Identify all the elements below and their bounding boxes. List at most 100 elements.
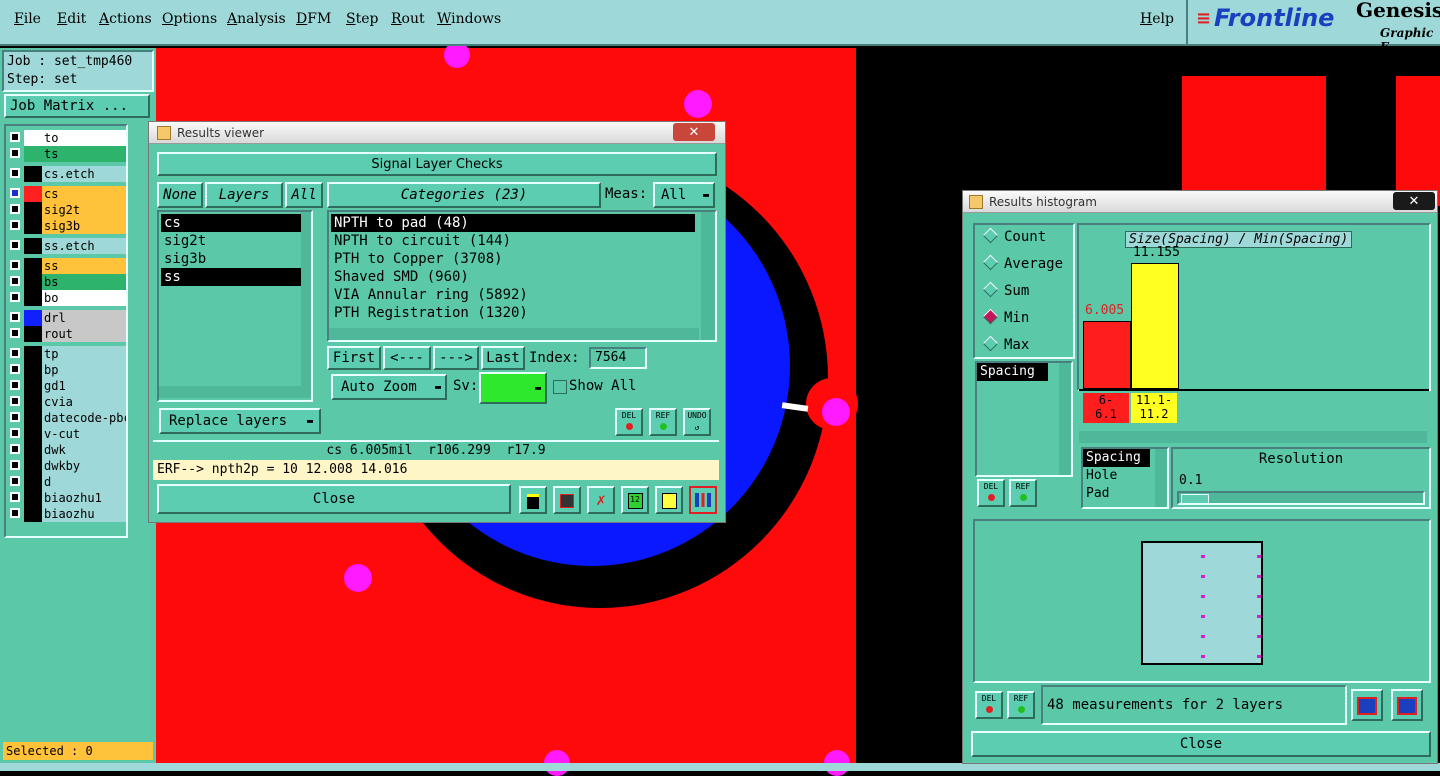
highlight-icon[interactable]: [519, 486, 547, 514]
category-list-item[interactable]: Shaved SMD (960): [331, 268, 695, 286]
del-button[interactable]: DEL: [975, 691, 1003, 719]
layer-list-item[interactable]: cs: [161, 214, 301, 232]
layer-name[interactable]: v-cut: [42, 426, 126, 442]
layer-row[interactable]: to: [8, 130, 126, 146]
mode-radio-sum[interactable]: Sum: [981, 281, 1029, 299]
undo-button[interactable]: UNDO ↺: [683, 408, 711, 436]
layer-checkbox[interactable]: [10, 328, 20, 338]
report-icon[interactable]: [553, 486, 581, 514]
layer-list-item[interactable]: ss: [161, 268, 301, 286]
category-list-item[interactable]: NPTH to pad (48): [331, 214, 695, 232]
layer-color-swatch[interactable]: [24, 326, 44, 342]
menu-rout[interactable]: Rout: [391, 11, 425, 27]
measure-list[interactable]: Spacing: [975, 361, 1073, 477]
layer-name[interactable]: biaozhu: [42, 506, 126, 522]
mode-radio-max[interactable]: Max: [981, 335, 1029, 353]
meas-dropdown[interactable]: All ▬: [653, 182, 715, 208]
layer-checkbox[interactable]: [10, 168, 20, 178]
measure-vscrollbar[interactable]: [1059, 363, 1071, 475]
layer-checkbox[interactable]: [10, 276, 20, 286]
menu-windows[interactable]: Windows: [437, 11, 501, 27]
category-list-item[interactable]: PTH to Copper (3708): [331, 250, 695, 268]
layer-checkbox[interactable]: [10, 292, 20, 302]
layer-row[interactable]: sig3b: [8, 218, 126, 234]
histogram-titlebar[interactable]: Results histogram: [963, 191, 1437, 213]
layer-color-swatch[interactable]: [24, 274, 44, 290]
index-input[interactable]: 7564: [589, 347, 647, 369]
clear-icon[interactable]: ✗: [587, 486, 615, 514]
categories-list[interactable]: NPTH to pad (48) NPTH to circuit (144) PTH…: [327, 210, 717, 342]
attribute-vscrollbar[interactable]: [1155, 449, 1167, 507]
layer-color-swatch[interactable]: [24, 130, 44, 146]
layer-name[interactable]: ss: [42, 258, 126, 274]
del-button[interactable]: DEL: [977, 479, 1005, 507]
layer-checkbox[interactable]: [10, 460, 20, 470]
layer-color-swatch[interactable]: [24, 290, 44, 306]
close-icon[interactable]: ✕: [673, 123, 715, 141]
mode-radio-average[interactable]: Average: [981, 254, 1063, 272]
layer-checkbox[interactable]: [10, 312, 20, 322]
attribute-list[interactable]: Spacing Hole Pad: [1081, 447, 1169, 509]
layer-name[interactable]: bs: [42, 274, 126, 290]
layer-color-swatch[interactable]: [24, 362, 44, 378]
numbering-icon[interactable]: 12: [621, 486, 649, 514]
layer-name[interactable]: biaozhu1: [42, 490, 126, 506]
measure-list-item[interactable]: Spacing: [977, 363, 1048, 381]
layer-color-swatch[interactable]: [24, 258, 44, 274]
layer-name[interactable]: bp: [42, 362, 126, 378]
layer-row[interactable]: cs: [8, 186, 126, 202]
layer-row[interactable]: bo: [8, 290, 126, 306]
layer-name[interactable]: tp: [42, 346, 126, 362]
layers-list[interactable]: cs sig2t sig3b ss: [157, 210, 313, 402]
layer-color-swatch[interactable]: [24, 506, 44, 522]
layer-color-swatch[interactable]: [24, 458, 44, 474]
menu-dfm[interactable]: DFM: [296, 11, 331, 27]
layer-row[interactable]: ts: [8, 146, 126, 162]
layer-checkbox[interactable]: [10, 428, 20, 438]
first-button[interactable]: First: [327, 346, 381, 370]
zoom-area-icon[interactable]: [1351, 689, 1383, 721]
layer-row[interactable]: v-cut: [8, 426, 126, 442]
layer-checkbox[interactable]: [10, 132, 20, 142]
layer-row[interactable]: bp: [8, 362, 126, 378]
layer-checkbox[interactable]: [10, 508, 20, 518]
menu-help[interactable]: Help: [1140, 11, 1174, 27]
layer-color-swatch[interactable]: [24, 238, 44, 254]
attribute-list-item[interactable]: Pad: [1083, 485, 1150, 503]
menu-analysis[interactable]: Analysis: [227, 11, 286, 27]
layer-name[interactable]: rout: [42, 326, 126, 342]
layer-color-swatch[interactable]: [24, 310, 44, 326]
layer-row[interactable]: dwkby: [8, 458, 126, 474]
layer-color-swatch[interactable]: [24, 166, 44, 182]
categories-button[interactable]: Categories (23): [327, 182, 601, 208]
layer-color-swatch[interactable]: [24, 346, 44, 362]
last-button[interactable]: Last: [481, 346, 525, 370]
layer-name[interactable]: drl: [42, 310, 126, 326]
layer-row[interactable]: sig2t: [8, 202, 126, 218]
histogram-bar[interactable]: [1131, 263, 1179, 389]
layer-name[interactable]: datecode-pbc: [42, 410, 126, 426]
histogram-bar[interactable]: [1083, 321, 1131, 389]
layer-checkbox[interactable]: [10, 348, 20, 358]
layers-button[interactable]: Layers: [205, 182, 283, 208]
layer-row[interactable]: dwk: [8, 442, 126, 458]
layer-color-swatch[interactable]: [24, 218, 44, 234]
layer-name[interactable]: d: [42, 474, 126, 490]
layer-row[interactable]: d: [8, 474, 126, 490]
layer-row[interactable]: rout: [8, 326, 126, 342]
layer-row[interactable]: ss.etch: [8, 238, 126, 254]
layer-checkbox[interactable]: [10, 220, 20, 230]
categories-vscrollbar[interactable]: [701, 212, 715, 340]
layer-checkbox[interactable]: [10, 396, 20, 406]
layer-name[interactable]: to: [42, 130, 126, 146]
layer-color-swatch[interactable]: [24, 410, 44, 426]
layer-row[interactable]: tp: [8, 346, 126, 362]
layer-checkbox[interactable]: [10, 380, 20, 390]
menu-edit[interactable]: Edit: [57, 11, 86, 27]
layer-checkbox[interactable]: [10, 476, 20, 486]
show-all-checkbox[interactable]: [553, 380, 567, 394]
del-button[interactable]: DEL: [615, 408, 643, 436]
layer-color-swatch[interactable]: [24, 378, 44, 394]
ref-button[interactable]: REF: [1009, 479, 1037, 507]
layer-name[interactable]: sig3b: [42, 218, 126, 234]
